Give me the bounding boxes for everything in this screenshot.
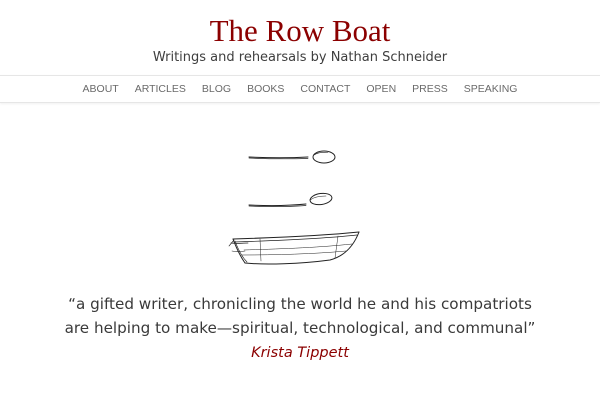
- nav-item-speaking[interactable]: SPEAKING: [456, 76, 526, 102]
- nav-item-about[interactable]: ABOUT: [75, 76, 127, 102]
- nav-item-open[interactable]: OPEN: [358, 76, 404, 102]
- nav-item-press[interactable]: PRESS: [404, 76, 456, 102]
- rowboat-illustration: [220, 140, 380, 275]
- site-title[interactable]: The Row Boat: [0, 12, 600, 50]
- nav-item-articles[interactable]: ARTICLES: [127, 76, 194, 102]
- site-description: Writings and rehearsals by Nathan Schnei…: [152, 50, 448, 65]
- rowboat-sketch-icon: [228, 150, 360, 265]
- nav-item-blog[interactable]: BLOG: [194, 76, 239, 102]
- spoon-top-icon: [248, 150, 336, 164]
- nav-item-contact[interactable]: CONTACT: [292, 76, 358, 102]
- nav-menu: ABOUT ARTICLES BLOG BOOKS CONTACT OPEN P…: [0, 76, 600, 102]
- quote-line-2: are helping to make—spiritual, technolog…: [64, 319, 536, 337]
- testimonial-quote: “a gifted writer, chronicling the world …: [0, 292, 600, 340]
- nav-item-books[interactable]: BOOKS: [239, 76, 292, 102]
- boat-icon: [228, 231, 360, 265]
- spoon-middle-icon: [248, 192, 333, 208]
- quote-line-1: “a gifted writer, chronicling the world …: [68, 295, 532, 313]
- quote-author-link[interactable]: Krista Tippett: [0, 343, 600, 363]
- main-navigation: ABOUT ARTICLES BLOG BOOKS CONTACT OPEN P…: [0, 75, 600, 103]
